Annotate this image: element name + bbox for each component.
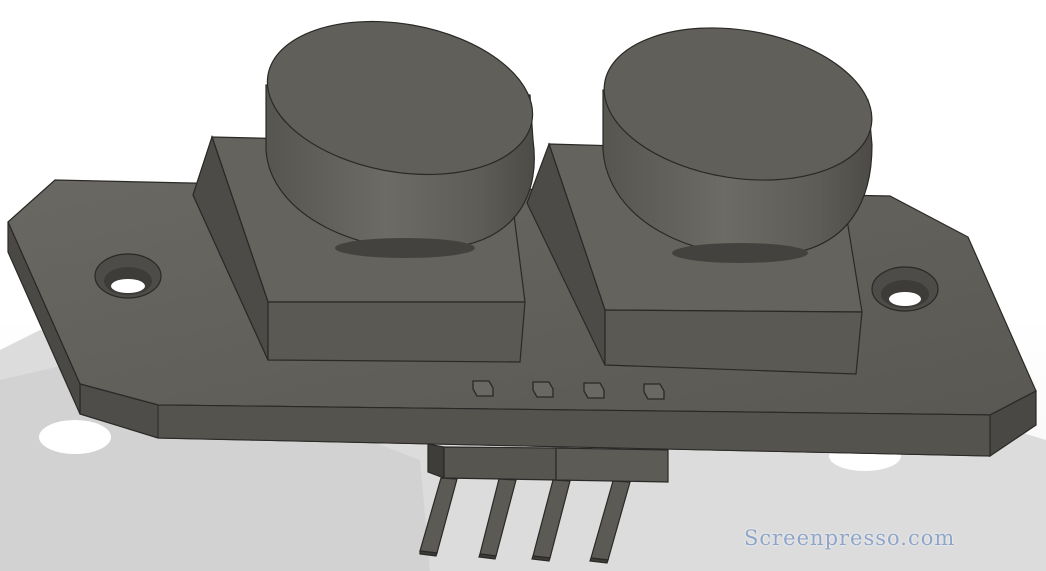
mounting-hole-right[interactable]	[871, 266, 939, 312]
pin-header[interactable]	[427, 443, 669, 483]
mounting-hole-left[interactable]	[94, 253, 162, 299]
cad-viewport[interactable]: Screenpresso.com	[0, 0, 1046, 571]
watermark: Screenpresso.com	[744, 526, 956, 550]
sensor-3d-model	[0, 20, 1046, 571]
